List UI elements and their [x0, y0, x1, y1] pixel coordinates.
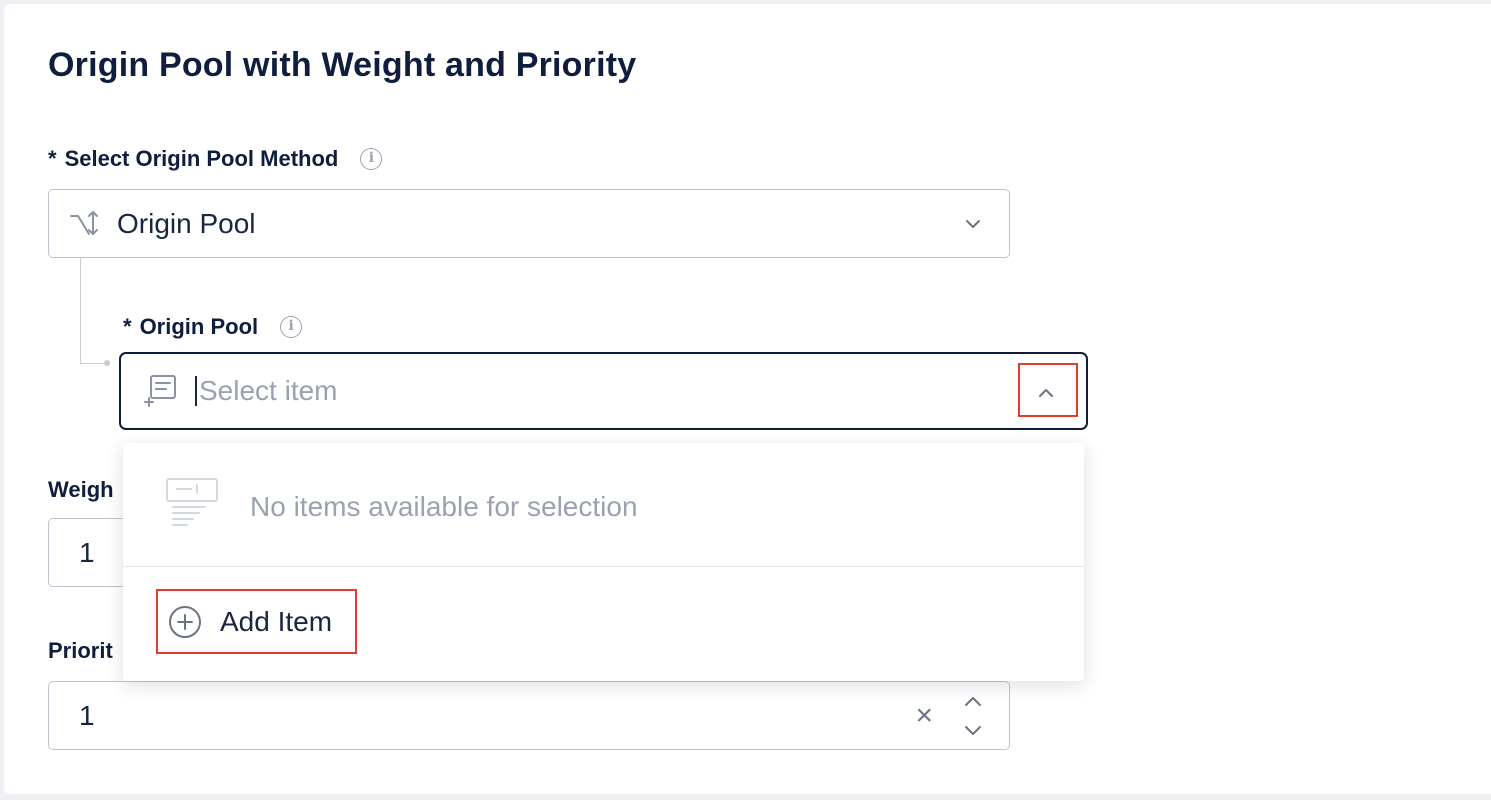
route-switch-icon	[67, 207, 101, 241]
collapse-toggle-highlight[interactable]	[1018, 363, 1078, 417]
weight-value: 1	[79, 536, 95, 568]
plus-circle-icon	[168, 605, 202, 639]
tree-connector-dot	[104, 360, 110, 366]
origin-pool-label-text: Origin Pool	[139, 314, 259, 339]
info-icon[interactable]: i	[360, 148, 383, 170]
required-mark: *	[123, 314, 132, 339]
stepper-icon[interactable]	[959, 692, 987, 740]
origin-pool-placeholder: Select item	[199, 375, 338, 406]
origin-pool-dropdown: No items available for selection Add Ite…	[123, 443, 1084, 681]
weight-label: Weigh	[48, 477, 114, 502]
add-item-label: Add Item	[220, 605, 333, 637]
origin-pool-label: * Origin Pool i	[123, 314, 303, 340]
required-mark: *	[48, 146, 57, 171]
priority-input[interactable]: 1 ×	[48, 681, 1010, 750]
origin-pool-select[interactable]: Select item	[119, 352, 1088, 430]
priority-value: 1	[79, 699, 95, 731]
add-item-button[interactable]: Add Item	[156, 589, 357, 654]
method-label-text: Select Origin Pool Method	[64, 146, 339, 171]
empty-state-text: No items available for selection	[250, 491, 638, 522]
text-cursor	[195, 376, 197, 406]
empty-state-row: No items available for selection	[123, 443, 1084, 567]
list-add-icon	[141, 371, 181, 411]
tree-connector	[80, 258, 81, 364]
section-title: Origin Pool with Weight and Priority	[48, 46, 637, 84]
chevron-down-icon[interactable]	[961, 212, 985, 236]
info-icon[interactable]: i	[280, 316, 303, 338]
clear-icon[interactable]: ×	[915, 701, 933, 731]
method-select[interactable]: Origin Pool	[48, 189, 1010, 258]
empty-list-icon	[165, 475, 219, 533]
method-select-value: Origin Pool	[117, 207, 256, 239]
method-label: * Select Origin Pool Method i	[48, 146, 383, 172]
priority-label: Priorit	[48, 638, 113, 663]
